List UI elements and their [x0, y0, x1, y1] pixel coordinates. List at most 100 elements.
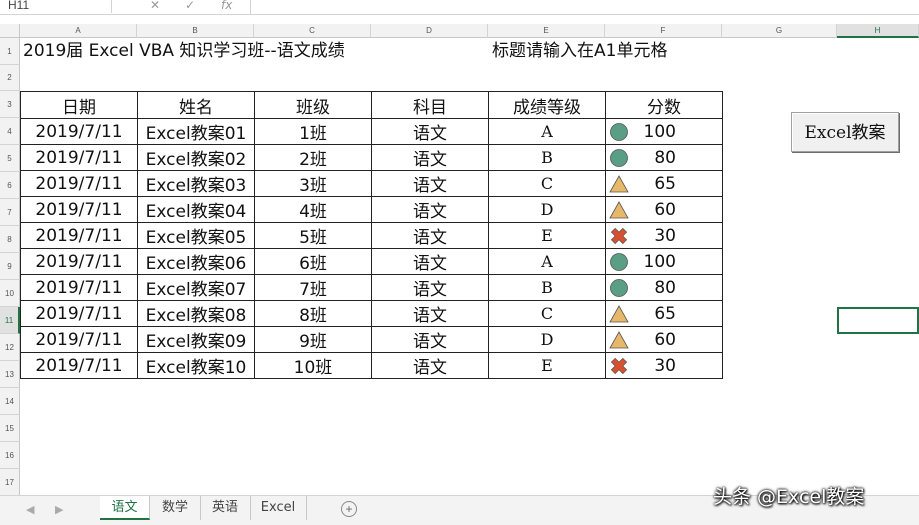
grade-cell[interactable]: A	[488, 248, 606, 275]
name-cell[interactable]: Excel教案08	[137, 300, 255, 327]
date-cell[interactable]: 2019/7/11	[20, 222, 138, 249]
row-header-5[interactable]: 5	[0, 145, 20, 172]
class-cell[interactable]: 9班	[254, 326, 372, 353]
class-cell[interactable]: 1班	[254, 118, 372, 145]
grade-cell[interactable]: D	[488, 326, 606, 353]
header-grade-level[interactable]: 成绩等级	[488, 91, 606, 119]
name-cell[interactable]: Excel教案07	[137, 274, 255, 301]
tab-english[interactable]: 英语	[200, 496, 251, 520]
score-cell[interactable]: 60	[605, 196, 723, 223]
column-header-a[interactable]: A	[20, 24, 137, 38]
tab-excel[interactable]: Excel	[250, 496, 307, 520]
name-cell[interactable]: Excel教案06	[137, 248, 255, 275]
row-header-8[interactable]: 8	[0, 226, 20, 253]
row-header-4[interactable]: 4	[0, 118, 20, 145]
score-cell[interactable]: 80	[605, 274, 723, 301]
row-header-10[interactable]: 10	[0, 280, 20, 307]
class-cell[interactable]: 6班	[254, 248, 372, 275]
column-header-b[interactable]: B	[137, 24, 254, 38]
subject-cell[interactable]: 语文	[371, 300, 489, 327]
select-all-corner[interactable]	[0, 24, 20, 38]
cancel-icon[interactable]: ✕	[150, 0, 160, 13]
row-header-13[interactable]: 13	[0, 361, 20, 388]
fx-icon[interactable]: fx	[221, 0, 232, 13]
score-cell[interactable]: 100	[605, 248, 723, 275]
header-score[interactable]: 分数	[605, 91, 723, 119]
grade-cell[interactable]: A	[488, 118, 606, 145]
header-subject[interactable]: 科目	[371, 91, 489, 119]
subject-cell[interactable]: 语文	[371, 118, 489, 145]
row-header-14[interactable]: 14	[0, 388, 20, 415]
row-header-6[interactable]: 6	[0, 172, 20, 199]
name-cell[interactable]: Excel教案01	[137, 118, 255, 145]
name-cell[interactable]: Excel教案03	[137, 170, 255, 197]
tab-chinese[interactable]: 语文	[100, 496, 150, 520]
row-header-16[interactable]: 16	[0, 442, 20, 469]
subject-cell[interactable]: 语文	[371, 196, 489, 223]
date-cell[interactable]: 2019/7/11	[20, 300, 138, 327]
class-cell[interactable]: 5班	[254, 222, 372, 249]
header-date[interactable]: 日期	[20, 91, 138, 119]
subject-cell[interactable]: 语文	[371, 222, 489, 249]
date-cell[interactable]: 2019/7/11	[20, 352, 138, 379]
class-cell[interactable]: 7班	[254, 274, 372, 301]
row-header-2[interactable]: 2	[0, 65, 20, 91]
row-header-17[interactable]: 17	[0, 469, 20, 496]
class-cell[interactable]: 2班	[254, 144, 372, 171]
grade-cell[interactable]: C	[488, 170, 606, 197]
tab-math[interactable]: 数学	[150, 496, 201, 520]
prev-sheet-icon[interactable]: ◀	[26, 503, 34, 516]
grade-cell[interactable]: C	[488, 300, 606, 327]
grade-cell[interactable]: B	[488, 274, 606, 301]
date-cell[interactable]: 2019/7/11	[20, 248, 138, 275]
name-cell[interactable]: Excel教案10	[137, 352, 255, 379]
date-cell[interactable]: 2019/7/11	[20, 118, 138, 145]
active-cell-h11[interactable]	[837, 307, 919, 334]
subject-cell[interactable]: 语文	[371, 274, 489, 301]
name-cell[interactable]: Excel教案02	[137, 144, 255, 171]
sheet-title[interactable]: 2019届 Excel VBA 知识学习班--语文成绩	[23, 38, 345, 65]
row-header-15[interactable]: 15	[0, 415, 20, 442]
column-header-f[interactable]: F	[605, 24, 722, 38]
column-header-d[interactable]: D	[371, 24, 488, 38]
class-cell[interactable]: 10班	[254, 352, 372, 379]
excel-jiaoan-button[interactable]: Excel教案	[791, 112, 899, 152]
score-cell[interactable]: 30	[605, 222, 723, 249]
add-sheet-icon[interactable]: +	[341, 501, 357, 517]
header-class[interactable]: 班级	[254, 91, 372, 119]
row-header-12[interactable]: 12	[0, 334, 20, 361]
grade-cell[interactable]: E	[488, 352, 606, 379]
row-header-9[interactable]: 9	[0, 253, 20, 280]
grade-cell[interactable]: B	[488, 144, 606, 171]
column-header-g[interactable]: G	[722, 24, 837, 38]
subject-cell[interactable]: 语文	[371, 170, 489, 197]
score-cell[interactable]: 80	[605, 144, 723, 171]
subject-cell[interactable]: 语文	[371, 248, 489, 275]
score-cell[interactable]: 60	[605, 326, 723, 353]
name-cell[interactable]: Excel教案09	[137, 326, 255, 353]
formula-input[interactable]	[250, 0, 919, 14]
row-header-1[interactable]: 1	[0, 38, 20, 65]
date-cell[interactable]: 2019/7/11	[20, 326, 138, 353]
title-hint[interactable]: 标题请输入在A1单元格	[492, 38, 667, 65]
date-cell[interactable]: 2019/7/11	[20, 274, 138, 301]
subject-cell[interactable]: 语文	[371, 144, 489, 171]
row-header-3[interactable]: 3	[0, 91, 20, 118]
subject-cell[interactable]: 语文	[371, 352, 489, 379]
name-cell[interactable]: Excel教案04	[137, 196, 255, 223]
class-cell[interactable]: 4班	[254, 196, 372, 223]
header-name[interactable]: 姓名	[137, 91, 255, 119]
date-cell[interactable]: 2019/7/11	[20, 144, 138, 171]
row-header-11[interactable]: 11	[0, 307, 20, 334]
enter-icon[interactable]: ✓	[185, 0, 195, 13]
date-cell[interactable]: 2019/7/11	[20, 196, 138, 223]
grade-cell[interactable]: D	[488, 196, 606, 223]
next-sheet-icon[interactable]: ▶	[55, 503, 63, 516]
column-header-e[interactable]: E	[488, 24, 605, 38]
subject-cell[interactable]: 语文	[371, 326, 489, 353]
class-cell[interactable]: 3班	[254, 170, 372, 197]
date-cell[interactable]: 2019/7/11	[20, 170, 138, 197]
row-header-7[interactable]: 7	[0, 199, 20, 226]
column-header-h[interactable]: H	[837, 24, 919, 38]
grade-cell[interactable]: E	[488, 222, 606, 249]
